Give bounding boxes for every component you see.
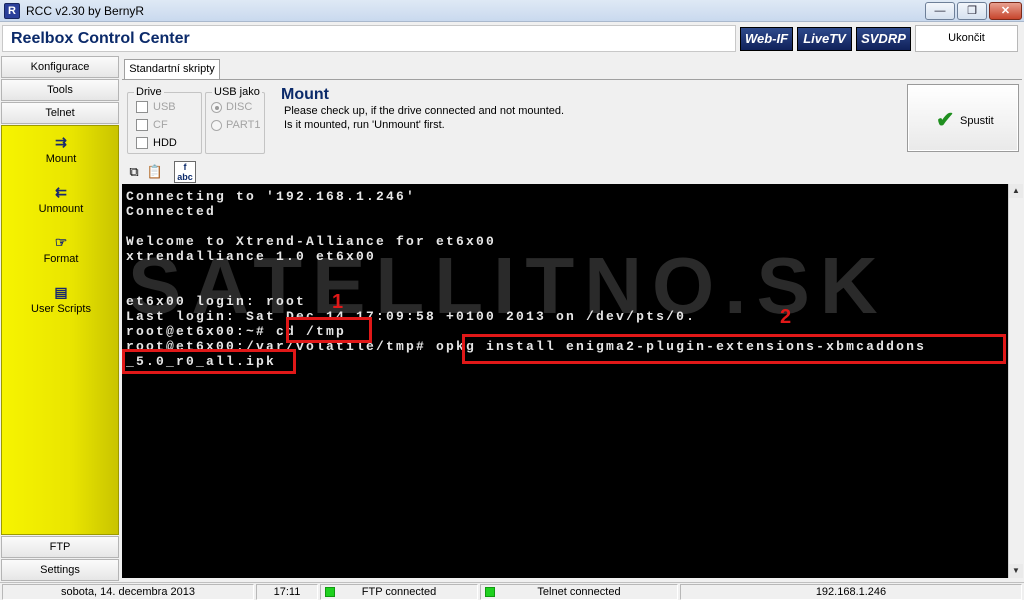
highlight-box-2 — [462, 334, 1006, 364]
checkbox-box — [136, 119, 148, 132]
title-bar: R RCC v2.30 by BernyR — ❐ ✕ — [0, 0, 1024, 22]
nav-settings[interactable]: Settings — [1, 559, 119, 581]
checkbox-box — [136, 101, 148, 114]
tool-label: Format — [43, 253, 79, 265]
scroll-up-icon[interactable]: ▲ — [1009, 184, 1023, 198]
options-panel: Drive USB CF HDD USB jako DISC PART1 Mou… — [122, 79, 1022, 157]
tab-strip: Standartní skripty — [122, 57, 1022, 79]
user-scripts-icon: ▤ — [54, 284, 68, 300]
app-header: Reelbox Control Center Web-IF LiveTV SVD… — [0, 23, 1024, 54]
status-bar: sobota, 14. decembra 2013 17:11 FTP conn… — [0, 582, 1024, 600]
status-telnet-label: Telnet connected — [537, 586, 621, 598]
nav-telnet[interactable]: Telnet — [1, 102, 119, 124]
status-ftp: FTP connected — [320, 584, 478, 600]
app-title-box: Reelbox Control Center — [2, 25, 736, 52]
terminal-line: xtrendalliance 1.0 et6x00 — [126, 249, 377, 264]
nav-tools[interactable]: Tools — [1, 79, 119, 101]
usb-mode-group-label: USB jako — [212, 86, 262, 98]
status-telnet: Telnet connected — [480, 584, 678, 600]
mount-icon: ⇉ — [55, 134, 67, 150]
checkbox-box — [136, 137, 148, 150]
status-ip: 192.168.1.246 — [680, 584, 1022, 600]
status-time: 17:11 — [256, 584, 318, 600]
annotation-number-1: 1 — [332, 291, 344, 313]
unmount-icon: ⇇ — [55, 184, 67, 200]
nav-konfiguracia[interactable]: Konfigurace — [1, 56, 119, 78]
telnet-terminal[interactable]: SATELLITNO.SK Connecting to '192.168.1.2… — [122, 184, 1008, 578]
tool-mount[interactable]: ⇉ Mount — [2, 134, 120, 165]
radio-label: PART1 — [226, 119, 261, 131]
drive-usb-checkbox[interactable]: USB — [136, 101, 176, 114]
terminal-scrollbar[interactable]: ▲ ▼ — [1008, 184, 1023, 578]
checkbox-label: USB — [153, 101, 176, 113]
ftp-status-led-icon — [325, 587, 335, 597]
close-button[interactable]: ✕ — [989, 2, 1022, 20]
copy-icon[interactable]: ⧉ — [125, 163, 143, 181]
tools-panel: ⇉ Mount ⇇ Unmount ☞ Format ▤ User Script… — [1, 125, 119, 535]
run-button-label: Spustit — [960, 115, 994, 127]
terminal-toolbar: ⧉ 📋 f abc — [122, 160, 1022, 184]
mount-heading: Mount — [281, 86, 329, 103]
tool-label: Mount — [45, 153, 77, 165]
app-title: Reelbox Control Center — [11, 30, 190, 47]
tool-user-scripts[interactable]: ▤ User Scripts — [2, 284, 120, 315]
usb-part1-radio[interactable]: PART1 — [211, 119, 260, 131]
svdrp-button[interactable]: SVDRP — [856, 27, 911, 51]
checkmark-icon: ✔ — [936, 107, 955, 132]
drive-group-label: Drive — [134, 86, 164, 98]
drive-cf-checkbox[interactable]: CF — [136, 119, 168, 132]
minimize-button[interactable]: — — [925, 2, 955, 20]
tool-unmount[interactable]: ⇇ Unmount — [2, 184, 120, 215]
terminal-line: et6x00 login: root — [126, 294, 307, 309]
tool-label: User Scripts — [31, 303, 91, 315]
mount-description-line2: Is it mounted, run 'Unmount' first. — [284, 119, 445, 131]
font-settings-icon[interactable]: f abc — [174, 161, 196, 183]
tab-standard-scripts[interactable]: Standartní skripty — [124, 59, 220, 79]
scroll-down-icon[interactable]: ▼ — [1009, 564, 1023, 578]
tool-label: Unmount — [38, 203, 84, 215]
usb-disc-radio[interactable]: DISC — [211, 101, 252, 113]
format-icon: ☞ — [54, 234, 68, 250]
paste-icon[interactable]: 📋 — [146, 163, 164, 181]
drive-hdd-checkbox[interactable]: HDD — [136, 137, 177, 150]
terminal-line: Connected — [126, 204, 217, 219]
status-ftp-label: FTP connected — [361, 586, 437, 598]
run-button[interactable]: ✔ Spustit — [907, 84, 1019, 152]
status-date: sobota, 14. decembra 2013 — [2, 584, 254, 600]
exit-button[interactable]: Ukončit — [915, 25, 1018, 52]
app-icon: R — [4, 3, 20, 19]
usb-mode-group: USB jako DISC PART1 — [205, 86, 265, 154]
highlight-box-3 — [122, 349, 296, 374]
radio-label: DISC — [226, 101, 253, 113]
tool-format[interactable]: ☞ Format — [2, 234, 120, 265]
webif-button[interactable]: Web-IF — [740, 27, 793, 51]
telnet-status-led-icon — [485, 587, 495, 597]
maximize-button[interactable]: ❐ — [957, 2, 987, 20]
terminal-line: Welcome to Xtrend-Alliance for et6x00 — [126, 234, 497, 249]
left-navigation: Konfigurace Tools Telnet ⇉ Mount ⇇ Unmou… — [0, 56, 120, 581]
annotation-number-2: 2 — [780, 306, 792, 328]
nav-ftp[interactable]: FTP — [1, 536, 119, 558]
terminal-line: Connecting to '192.168.1.246' — [126, 189, 417, 204]
checkbox-label: HDD — [153, 137, 177, 149]
livetv-button[interactable]: LiveTV — [797, 27, 852, 51]
checkbox-label: CF — [153, 119, 168, 131]
drive-group: Drive USB CF HDD — [127, 86, 202, 154]
radio-dot — [211, 101, 222, 113]
window-title: RCC v2.30 by BernyR — [26, 4, 145, 18]
terminal-line: Last login: Sat Dec 14 17:09:58 +0100 20… — [126, 309, 697, 324]
radio-dot — [211, 119, 222, 131]
highlight-box-1 — [286, 317, 372, 343]
mount-description-line1: Please check up, if the drive connected … — [284, 105, 565, 117]
